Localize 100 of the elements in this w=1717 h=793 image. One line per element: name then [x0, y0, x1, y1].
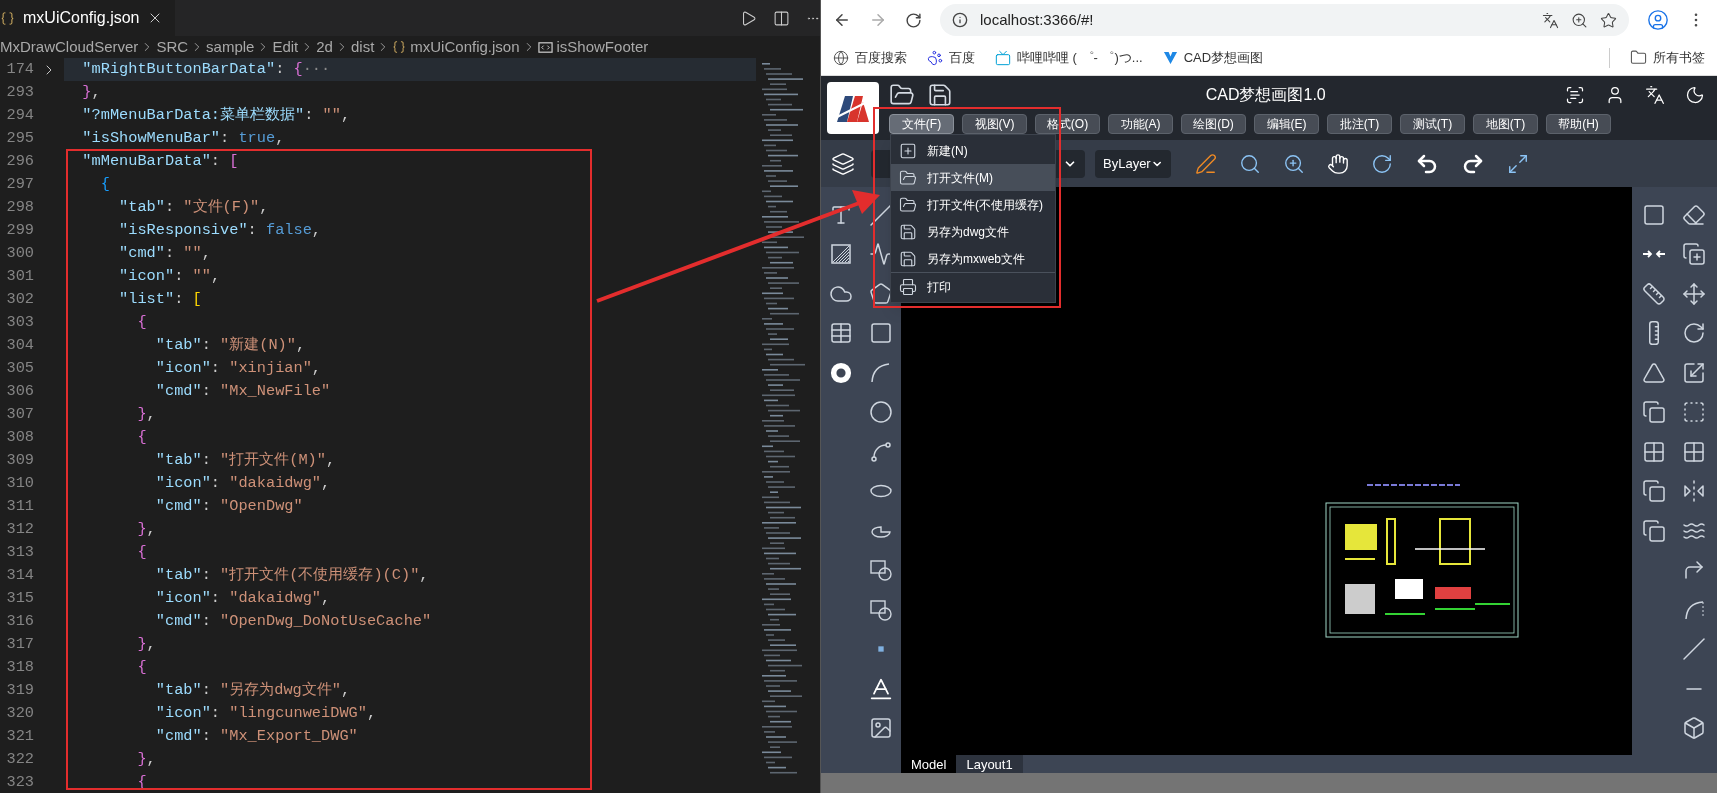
image-icon[interactable]: [869, 716, 893, 741]
menu-tab[interactable]: 格式(O): [1035, 114, 1100, 134]
menu-tab[interactable]: 功能(A): [1108, 114, 1173, 134]
app-logo[interactable]: [827, 82, 879, 134]
menu-tab[interactable]: 文件(F): [889, 114, 954, 134]
bookmark-link[interactable]: 哔哩哔哩 ( ゜- ゜)つ...: [1017, 47, 1143, 68]
table-icon[interactable]: [829, 321, 853, 346]
rectangle-circle-icon[interactable]: [869, 558, 893, 583]
linetype-dropdown[interactable]: ByLayer: [1095, 149, 1171, 178]
bookmark-link[interactable]: 百度搜索: [855, 47, 907, 68]
folder-icon[interactable]: [1630, 49, 1647, 66]
line-number: 302: [5, 289, 34, 311]
line-number: 174: [5, 59, 34, 81]
eraser-icon[interactable]: [1682, 202, 1706, 227]
menu-tab[interactable]: 测试(T): [1400, 114, 1465, 134]
menu-tab[interactable]: 批注(T): [1327, 114, 1392, 134]
rotate-icon[interactable]: [1682, 321, 1706, 346]
hatch-icon[interactable]: [829, 242, 853, 267]
address-bar[interactable]: localhost:3366/#!: [940, 4, 1629, 36]
breadcrumb-item[interactable]: mxUiConfig.json: [410, 35, 520, 59]
square-icon[interactable]: [1642, 202, 1666, 227]
paw-icon[interactable]: [927, 49, 943, 66]
polygon-icon[interactable]: [869, 281, 893, 306]
property-symbol-icon: [537, 39, 553, 55]
donut-icon[interactable]: [830, 361, 852, 384]
code-line: "tab": "打开文件(不使用缓存)(C)",: [154, 565, 430, 587]
all-bookmarks-link[interactable]: 所有书签: [1653, 47, 1705, 68]
rotate-view-icon[interactable]: [1371, 152, 1393, 175]
back-icon[interactable]: [833, 11, 851, 29]
breadcrumb-item[interactable]: isShowFooter: [556, 35, 649, 59]
translate-icon[interactable]: [1542, 11, 1559, 29]
zoom-extents-icon[interactable]: [1283, 152, 1305, 175]
pan-hand-icon[interactable]: [1327, 152, 1349, 175]
rectangle-icon[interactable]: [869, 321, 893, 346]
code-line: "cmd": "OpenDwg_DoNotUseCache": [154, 611, 433, 633]
breadcrumb-item[interactable]: 2d: [316, 35, 333, 59]
ruler-icon[interactable]: [1642, 281, 1666, 306]
menu-tab[interactable]: 帮助(H): [1546, 114, 1611, 134]
copy-icon[interactable]: [1642, 518, 1666, 543]
json-braces-icon[interactable]: [0, 10, 15, 26]
breadcrumb-item[interactable]: SRC: [156, 35, 189, 59]
dark-mode-icon[interactable]: [1685, 85, 1705, 105]
menu-tab[interactable]: 绘图(D): [1181, 114, 1246, 134]
menu-item[interactable]: 另存为mxweb文件: [891, 245, 1055, 272]
bookmark-link[interactable]: CAD梦想画图: [1183, 47, 1264, 68]
editor-tab[interactable]: mxUiConfig.json: [0, 0, 176, 36]
layout-tab[interactable]: Layout1: [956, 755, 1023, 773]
tv-icon[interactable]: [995, 49, 1011, 66]
line-number: 319: [5, 680, 34, 702]
save-icon[interactable]: [927, 82, 953, 108]
copy-icon[interactable]: [1642, 400, 1666, 425]
globe-icon[interactable]: [833, 49, 849, 66]
mirror-icon[interactable]: [1682, 479, 1706, 504]
new-file-icon[interactable]: [899, 141, 917, 160]
breadcrumb-item[interactable]: sample: [206, 35, 255, 59]
breadcrumb-item[interactable]: dist: [350, 35, 375, 59]
save-icon[interactable]: [899, 249, 917, 268]
zoom-icon[interactable]: [1571, 11, 1588, 29]
copy-icon[interactable]: [1642, 479, 1666, 504]
move-icon[interactable]: [1682, 281, 1706, 306]
point-icon[interactable]: [877, 645, 885, 654]
folder-open-icon[interactable]: [899, 168, 917, 187]
menu-tab[interactable]: 视图(V): [962, 114, 1027, 134]
translate-icon[interactable]: [1645, 85, 1665, 105]
menu-item[interactable]: 另存为dwg文件: [891, 218, 1055, 245]
grid-icon[interactable]: [1682, 439, 1706, 464]
breadcrumb-item[interactable]: MxDrawCloudServer: [0, 35, 139, 59]
pencil-icon[interactable]: [1195, 152, 1217, 175]
menu-item[interactable]: 新建(N): [891, 137, 1055, 164]
rectangle-circle-icon[interactable]: [869, 597, 893, 622]
menu-item[interactable]: 打印: [891, 273, 1055, 300]
printer-icon[interactable]: [899, 277, 917, 296]
profile-icon[interactable]: [1647, 9, 1669, 31]
layers-icon[interactable]: [831, 151, 855, 176]
scale-icon[interactable]: [1682, 360, 1706, 385]
breadcrumb-item[interactable]: Edit: [272, 35, 299, 59]
code-line: },: [81, 82, 102, 104]
circle-icon[interactable]: [869, 400, 893, 425]
bookmark-star-icon[interactable]: [1600, 11, 1617, 29]
cube-icon[interactable]: [1682, 716, 1706, 741]
save-icon[interactable]: [899, 222, 917, 241]
run-icon[interactable]: [740, 9, 757, 27]
split-editor-icon[interactable]: [773, 9, 790, 27]
folder-open-icon[interactable]: [899, 195, 917, 214]
menu-tab[interactable]: 地图(T): [1473, 114, 1538, 134]
line-number: 320: [5, 703, 34, 725]
zoom-window-icon[interactable]: [1239, 152, 1261, 175]
line-icon[interactable]: [869, 202, 893, 227]
menu-item[interactable]: 打开文件(M): [891, 164, 1055, 191]
spline-icon[interactable]: [869, 439, 893, 464]
menu-item[interactable]: 打开文件(不使用缓存): [891, 191, 1055, 218]
dashed-square-icon[interactable]: [1682, 400, 1706, 425]
polyline-icon[interactable]: [869, 242, 893, 267]
layout-tab[interactable]: Model: [901, 755, 957, 773]
fullscreen-icon[interactable]: [1507, 152, 1529, 175]
bookmark-link[interactable]: 百度: [949, 47, 975, 68]
reload-icon[interactable]: [905, 11, 922, 29]
menu-tab[interactable]: 编辑(E): [1254, 114, 1319, 134]
ai-scan-icon[interactable]: [1565, 85, 1585, 105]
copy-plus-icon[interactable]: [1682, 242, 1706, 267]
